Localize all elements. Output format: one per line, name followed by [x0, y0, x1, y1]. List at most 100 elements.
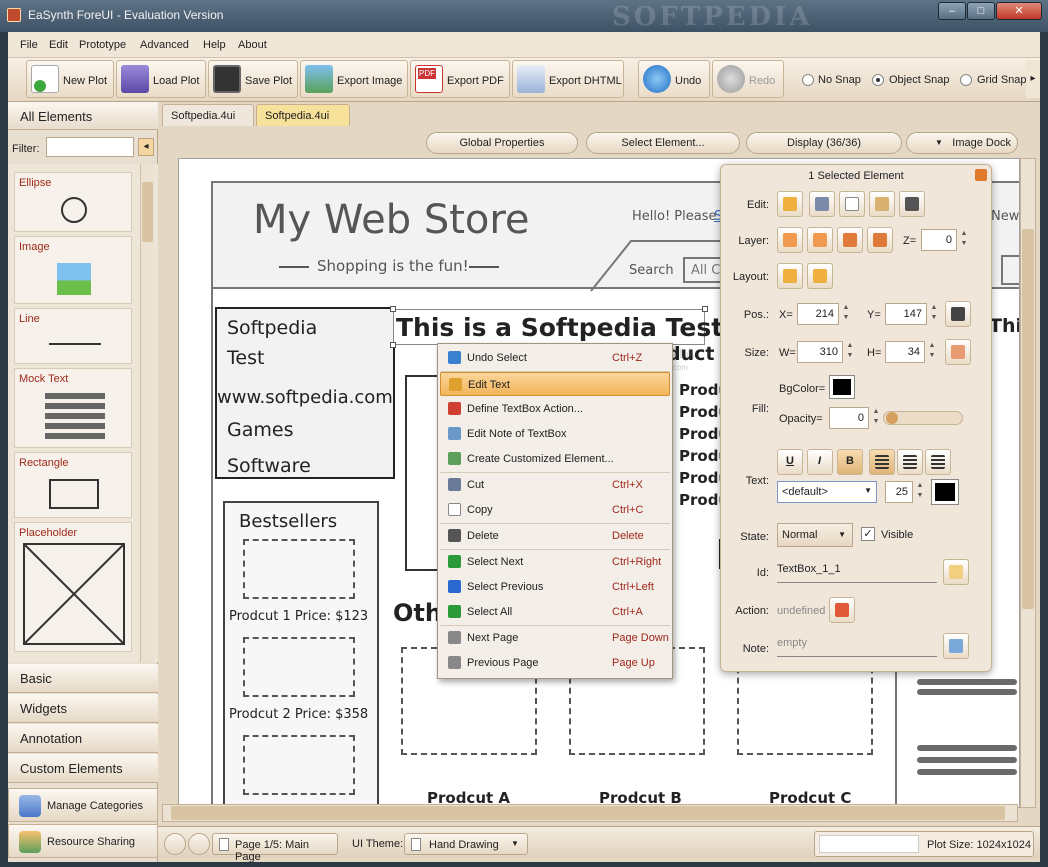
canvas-hscroll-thumb[interactable] [171, 806, 1005, 820]
save-plot-button[interactable]: Save Plot [208, 60, 298, 98]
minimize-button[interactable]: – [938, 2, 966, 20]
font-select[interactable]: <default> ▼ [777, 481, 877, 503]
menu-item-create-customized-element[interactable]: Create Customized Element... [440, 447, 670, 471]
category-basic[interactable]: Basic [8, 664, 158, 693]
menu-item-previous-page[interactable]: Previous Page Page Up [440, 651, 670, 675]
id-input[interactable]: TextBox_1_1 [777, 563, 937, 583]
paste-button[interactable] [869, 191, 895, 217]
visible-checkbox[interactable]: ✓ [861, 527, 875, 541]
palette-scrollbar[interactable] [140, 164, 154, 662]
page-forward-button[interactable] [188, 833, 210, 855]
menu-item-define-textbox-action[interactable]: Define TextBox Action... [440, 397, 670, 421]
palette-placeholder[interactable]: Placeholder [14, 522, 132, 652]
align-left-button[interactable] [869, 449, 895, 475]
search-field[interactable]: All C [683, 257, 723, 283]
opacity-input[interactable]: 0 [829, 407, 869, 429]
font-size-input[interactable]: 25 [885, 481, 913, 503]
menu-item-cut[interactable]: Cut Ctrl+X [440, 473, 670, 497]
opacity-spinner[interactable]: ▲ ▼ [871, 407, 881, 429]
object-snap-radio[interactable] [872, 74, 884, 86]
filter-clear-button[interactable]: ◂ [138, 138, 154, 156]
global-properties-button[interactable]: Global Properties [426, 132, 578, 154]
palette-rectangle[interactable]: Rectangle [14, 452, 132, 518]
manage-categories-button[interactable]: Manage Categories [8, 788, 158, 822]
height-input[interactable]: 34 [885, 341, 925, 363]
page-selector[interactable]: Page 1/5: Main Page [212, 833, 338, 863]
menu-item-select-previous[interactable]: Select Previous Ctrl+Left [440, 575, 670, 599]
align-right-button[interactable] [925, 449, 951, 475]
y-spinner[interactable]: ▲ ▼ [929, 303, 939, 325]
edit-note-button[interactable] [943, 633, 969, 659]
maximize-button[interactable]: □ [967, 2, 995, 20]
bring-forward-button[interactable] [807, 227, 833, 253]
menu-prototype[interactable]: Prototype [79, 39, 126, 51]
menu-item-select-all[interactable]: Select All Ctrl+A [440, 600, 670, 624]
tab-file-2-active[interactable]: Softpedia.4ui [256, 104, 350, 126]
define-action-button[interactable] [829, 597, 855, 623]
opacity-slider-knob[interactable] [886, 412, 898, 424]
z-input[interactable]: 0 [921, 229, 957, 251]
menu-about[interactable]: About [238, 39, 267, 51]
edit-id-button[interactable] [943, 559, 969, 585]
redo-button[interactable]: Redo [712, 60, 784, 98]
align-center-button[interactable] [897, 449, 923, 475]
all-elements-header[interactable]: All Elements [8, 102, 158, 130]
lock-position-button[interactable] [945, 301, 971, 327]
menu-item-delete[interactable]: Delete Delete [440, 524, 670, 548]
send-backward-button[interactable] [837, 227, 863, 253]
copy-button[interactable] [839, 191, 865, 217]
menu-advanced[interactable]: Advanced [140, 39, 189, 51]
italic-button[interactable]: I [807, 449, 833, 475]
undo-button[interactable]: Undo [638, 60, 710, 98]
palette-line[interactable]: Line [14, 308, 132, 364]
filter-input[interactable] [46, 137, 134, 157]
menu-item-edit-text[interactable]: Edit Text [440, 372, 670, 396]
menu-item-next-page[interactable]: Next Page Page Down [440, 626, 670, 650]
new-link[interactable]: New [991, 209, 1019, 224]
height-spinner[interactable]: ▲ ▼ [927, 341, 937, 363]
x-input[interactable]: 214 [797, 303, 839, 325]
y-input[interactable]: 147 [885, 303, 927, 325]
export-pdf-button[interactable]: PDF Export PDF [410, 60, 510, 98]
bgcolor-swatch[interactable] [829, 375, 855, 399]
category-annotation[interactable]: Annotation [8, 724, 158, 753]
display-button[interactable]: Display (36/36) [746, 132, 902, 154]
bold-button[interactable]: B [837, 449, 863, 475]
font-size-spinner[interactable]: ▲ ▼ [915, 481, 925, 503]
palette-scroll-thumb[interactable] [142, 182, 153, 242]
page-back-button[interactable] [164, 833, 186, 855]
selected-textbox[interactable]: This is a Softpedia Test! [390, 306, 735, 348]
toolbar-more-arrow[interactable]: ▸ [1026, 60, 1040, 98]
underline-button[interactable]: U [777, 449, 803, 475]
delete-button[interactable] [899, 191, 925, 217]
align-vertical-button[interactable] [807, 263, 833, 289]
menu-help[interactable]: Help [203, 39, 226, 51]
export-dhtml-button[interactable]: Export DHTML [512, 60, 624, 98]
export-image-button[interactable]: Export Image [300, 60, 408, 98]
send-back-button[interactable] [867, 227, 893, 253]
resource-sharing-button[interactable]: Resource Sharing [8, 824, 158, 858]
opacity-slider[interactable] [883, 411, 963, 425]
menu-item-copy[interactable]: Copy Ctrl+C [440, 498, 670, 522]
x-spinner[interactable]: ▲ ▼ [841, 303, 851, 325]
align-horizontal-button[interactable] [777, 263, 803, 289]
state-select[interactable]: Normal ▼ [777, 523, 853, 547]
ui-theme-dropdown[interactable]: Hand Drawing ▼ [404, 833, 528, 855]
menu-item-undo-select[interactable]: Undo Select Ctrl+Z [440, 346, 670, 370]
category-custom-elements[interactable]: Custom Elements [8, 754, 158, 783]
auto-size-button[interactable] [945, 339, 971, 365]
new-plot-button[interactable]: New Plot [26, 60, 114, 98]
width-spinner[interactable]: ▲ ▼ [845, 341, 855, 363]
palette-ellipse[interactable]: Ellipse [14, 172, 132, 232]
canvas-vscroll-thumb[interactable] [1022, 229, 1034, 609]
grid-snap-radio[interactable] [960, 74, 972, 86]
z-spinner[interactable]: ▲ ▼ [959, 229, 969, 251]
close-button[interactable]: ✕ [996, 2, 1042, 20]
select-element-button[interactable]: Select Element... [586, 132, 740, 154]
width-input[interactable]: 310 [797, 341, 843, 363]
menu-item-edit-note-of-textbox[interactable]: Edit Note of TextBox [440, 422, 670, 446]
palette-image[interactable]: Image [14, 236, 132, 304]
menu-file[interactable]: File [20, 39, 38, 51]
search-go-button[interactable] [1001, 255, 1019, 285]
menu-item-select-next[interactable]: Select Next Ctrl+Right [440, 550, 670, 574]
